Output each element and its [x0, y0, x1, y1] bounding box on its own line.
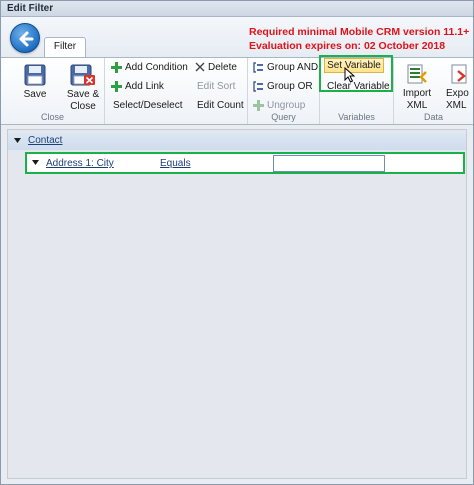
close-group: Save Save & Close Close — [1, 58, 105, 124]
floppy-save-icon — [24, 64, 46, 86]
import-xml-icon — [407, 64, 427, 84]
import-label-2: XML — [406, 100, 428, 111]
condition-row: Address 1: City Equals — [25, 152, 465, 174]
condition-field-link[interactable]: Address 1: City — [46, 158, 114, 169]
group-bracket-icon — [253, 62, 263, 73]
filter-tree-panel: Contact Address 1: City Equals — [7, 129, 467, 479]
mouse-cursor-icon — [344, 67, 356, 83]
close-group-label: Close — [40, 112, 64, 122]
edit-sort-label: Edit Sort — [197, 81, 236, 92]
notice-expiry: Evaluation expires on: 02 October 2018 — [249, 40, 446, 52]
variables-group-label: Variables — [338, 112, 375, 122]
data-group: Import XML Expo XML Data — [394, 58, 473, 124]
floppy-close-icon — [70, 64, 95, 86]
edit-count-button[interactable]: Edit Count — [197, 98, 244, 113]
export-label-1: Expo — [446, 88, 469, 99]
ungroup-button[interactable]: Ungroup — [253, 98, 305, 113]
back-button[interactable] — [10, 23, 40, 53]
delete-label: Delete — [208, 62, 237, 73]
row-menu-triangle-icon — [32, 160, 39, 165]
data-group-label: Data — [423, 112, 443, 122]
save-close-button[interactable]: Save & Close — [61, 64, 105, 113]
save-label: Save — [23, 89, 47, 100]
export-label-2: XML — [446, 100, 467, 111]
green-plus-icon — [111, 61, 122, 73]
add-link-label: Add Link — [125, 81, 164, 92]
export-xml-icon — [451, 64, 467, 84]
entity-name-link[interactable]: Contact — [28, 135, 62, 146]
license-notice: Required minimal Mobile CRM version 11.1… — [249, 25, 469, 53]
query-group: Group AND Group OR Ungroup Query — [248, 58, 320, 124]
query-group-label: Query — [271, 112, 296, 122]
group-and-label: Group AND — [267, 62, 319, 73]
save-close-label-1: Save & — [66, 89, 100, 100]
edit-count-label: Edit Count — [197, 100, 244, 111]
green-plus-icon — [111, 80, 122, 92]
ungroup-label: Ungroup — [267, 100, 306, 111]
edit-filter-window: Edit Filter Filter Required minimal Mobi… — [0, 0, 474, 485]
add-condition-label: Add Condition — [125, 62, 188, 73]
title-bar: Edit Filter — [1, 1, 473, 17]
notice-version: Required minimal Mobile CRM version 11.1… — [249, 26, 470, 38]
save-button[interactable]: Save — [15, 64, 55, 101]
entity-row[interactable]: Contact — [8, 133, 466, 150]
back-arrow-icon — [19, 31, 34, 47]
delete-x-icon — [195, 62, 205, 72]
window-title: Edit Filter — [7, 3, 54, 14]
edit-sort-button[interactable]: Edit Sort — [197, 79, 235, 94]
add-condition-button[interactable]: Add Condition — [111, 60, 188, 75]
import-label-1: Import — [402, 88, 432, 99]
group-or-button[interactable]: Group OR — [253, 79, 313, 94]
edit-group: Add Condition Add Link Select/Deselect D… — [105, 58, 248, 124]
gray-plus-icon — [253, 99, 264, 111]
select-deselect-button[interactable]: Select/Deselect — [113, 98, 182, 113]
ribbon-toolbar: Save Save & Close Close Add Condition Ad… — [1, 57, 473, 125]
select-deselect-label: Select/Deselect — [113, 100, 183, 111]
import-xml-button[interactable]: Import XML — [400, 63, 434, 112]
export-xml-button[interactable]: Expo XML — [446, 63, 472, 112]
group-or-label: Group OR — [267, 81, 313, 92]
group-and-button[interactable]: Group AND — [253, 60, 318, 75]
tab-filter[interactable]: Filter — [44, 37, 86, 57]
condition-value-input[interactable] — [273, 155, 385, 172]
collapse-triangle-icon — [14, 138, 21, 143]
group-bracket-icon — [253, 81, 263, 92]
add-link-button[interactable]: Add Link — [111, 79, 164, 94]
delete-button[interactable]: Delete — [195, 60, 237, 75]
condition-operator-link[interactable]: Equals — [160, 158, 191, 169]
